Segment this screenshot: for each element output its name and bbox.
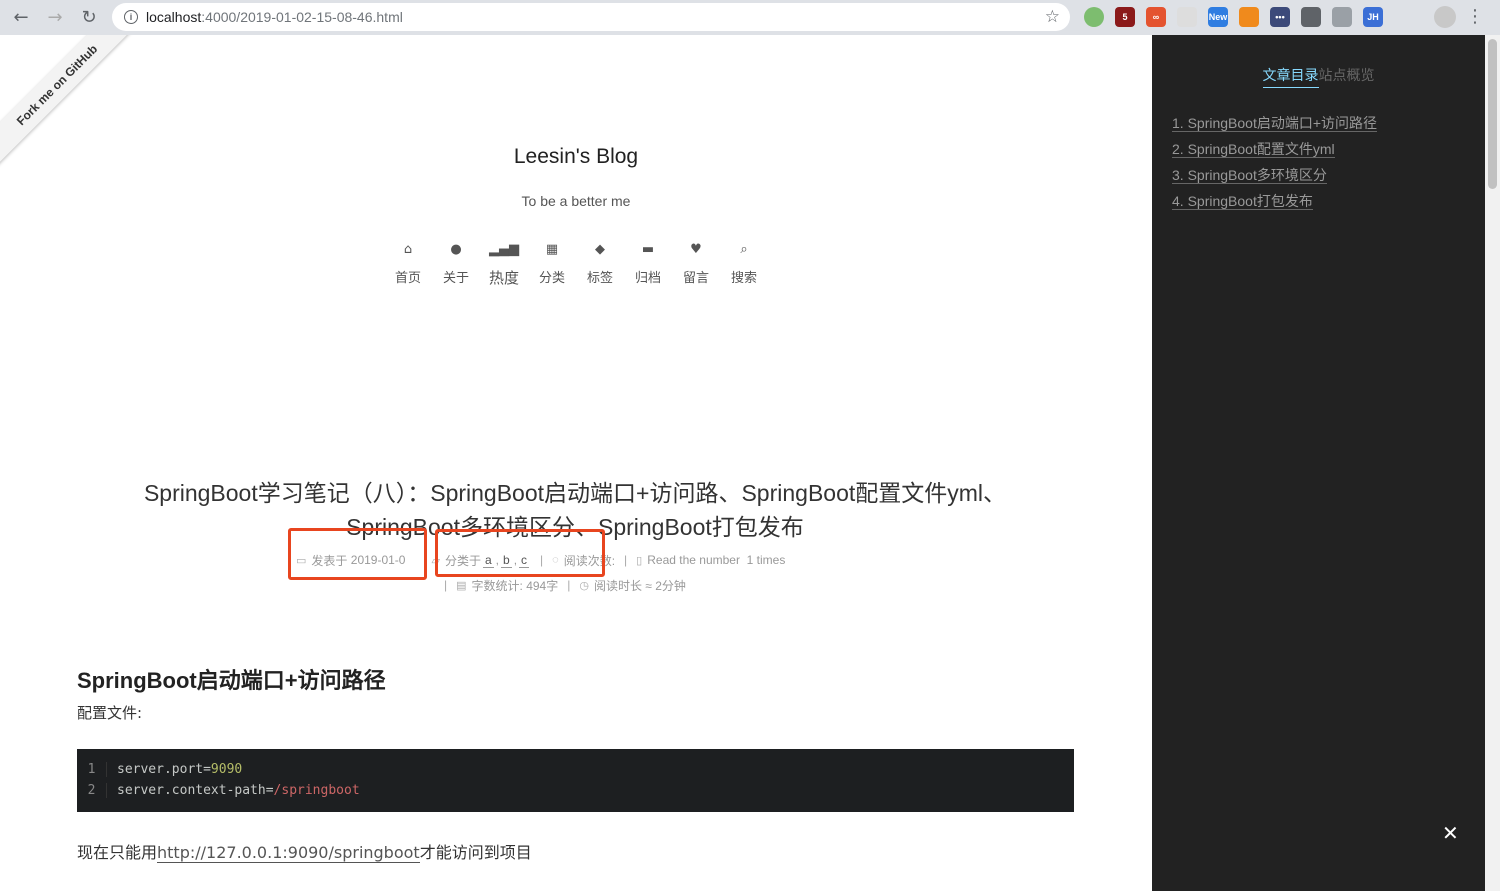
menu-label-home: 首页 <box>394 271 421 286</box>
menu-item-archives[interactable]: ▬ 归档 <box>624 239 672 288</box>
extensions-bar: 5 ∞ New ••• JH <box>1084 5 1383 29</box>
guestbook-icon: ♥ <box>690 241 702 257</box>
clock-icon: ◷ <box>579 579 589 592</box>
code-value: /springboot <box>273 783 360 798</box>
word-count-icon: ▤ <box>456 579 467 592</box>
meta-divider: | <box>444 578 448 592</box>
highlight-box-date <box>288 528 427 580</box>
hot-icon: ▂▄▆ <box>489 241 519 257</box>
tags-icon: ◆ <box>595 241 605 257</box>
tab-overview[interactable]: 站点概览 <box>1319 65 1375 88</box>
tab-toc[interactable]: 文章目录 <box>1262 65 1319 88</box>
highlight-box-category <box>435 529 605 577</box>
scrollbar-thumb[interactable] <box>1488 39 1497 189</box>
menu-label-search: 搜索 <box>730 271 757 286</box>
categories-icon: ▦ <box>545 241 559 257</box>
code-line: 1 server.port= 9090 <box>77 759 1074 780</box>
toc-item[interactable]: 2. SpringBoot配置文件yml <box>1172 139 1377 165</box>
menu-item-about[interactable]: ● 关于 <box>432 239 480 288</box>
menu-label-guestbook: 留言 <box>682 271 709 286</box>
bookmark-extension-icon[interactable] <box>1177 7 1197 27</box>
toc-item[interactable]: 3. SpringBoot多环境区分 <box>1172 165 1377 191</box>
paragraph: 现在只能用http://127.0.0.1:9090/springboot才能访… <box>77 839 532 863</box>
paragraph-suffix: 才能访问到项目 <box>419 843 532 862</box>
menu-label-tags: 标签 <box>586 271 613 286</box>
search-icon: ⌕ <box>740 241 748 257</box>
scrollbar[interactable] <box>1485 35 1500 891</box>
menu-label-categories: 分类 <box>538 271 565 286</box>
archives-icon: ▬ <box>641 241 655 257</box>
word-count: 字数统计: 494字 <box>471 578 559 593</box>
dots-extension-icon[interactable]: ••• <box>1270 7 1290 27</box>
table-of-contents: 1. SpringBoot启动端口+访问路径 2. SpringBoot配置文件… <box>1172 113 1378 217</box>
menu-label-about: 关于 <box>442 271 469 286</box>
section-heading: SpringBoot启动端口+访问路径 <box>77 668 386 693</box>
reload-icon[interactable]: ↻ <box>72 2 106 32</box>
menu-item-guestbook[interactable]: ♥ 留言 <box>672 239 720 288</box>
read-number-value: 1 <box>746 553 754 567</box>
arrow-extension-icon[interactable] <box>1239 7 1259 27</box>
url-host: localhost <box>146 9 202 25</box>
toc-item[interactable]: 1. SpringBoot启动端口+访问路径 <box>1172 113 1378 139</box>
code-line: 2 server.context-path=/springboot <box>77 780 1074 801</box>
menu-item-hot[interactable]: ▂▄▆ 热度 <box>480 239 528 288</box>
line-number: 1 <box>77 762 107 777</box>
sidebar-tabs: 文章目录 站点概览 <box>1152 65 1485 88</box>
code-key: server.port= <box>117 762 211 777</box>
read-number-label: Read the number <box>647 553 740 567</box>
meta-divider: | <box>567 578 571 592</box>
read-number-unit: times <box>756 553 786 567</box>
code-value: 9090 <box>210 762 243 777</box>
file-icon: ▯ <box>636 554 643 567</box>
sidebar: 文章目录 站点概览 1. SpringBoot启动端口+访问路径 2. Spri… <box>1152 35 1485 891</box>
paragraph-prefix: 现在只能用 <box>77 843 158 862</box>
bookmark-star-icon[interactable]: ☆ <box>1045 7 1060 27</box>
profile-avatar[interactable] <box>1434 6 1456 28</box>
main-menu: ⌂ 首页 ● 关于 ▂▄▆ 热度 ▦ 分类 ◆ 标签 ▬ 归档 ♥ 留言 ⌕ 搜索 <box>384 239 768 288</box>
about-icon: ● <box>450 241 462 257</box>
site-info-icon[interactable]: i <box>124 10 138 24</box>
glasses-extension-icon[interactable] <box>1301 7 1321 27</box>
menu-item-tags[interactable]: ◆ 标签 <box>576 239 624 288</box>
ublock-extension-icon[interactable]: 5 <box>1115 7 1135 27</box>
menu-item-home[interactable]: ⌂ 首页 <box>384 239 432 288</box>
forward-arrow-icon[interactable]: → <box>38 2 72 32</box>
toc-item[interactable]: 4. SpringBoot打包发布 <box>1172 191 1377 217</box>
project-url-link[interactable]: http://127.0.0.1:9090/springboot <box>157 843 420 863</box>
link-extension-icon[interactable] <box>1332 7 1352 27</box>
site-subtitle: To be a better me <box>521 193 631 209</box>
post-meta-secondary: | ▤ 字数统计: 494字 | ◷ 阅读时长 ≈ 2分钟 <box>444 576 686 594</box>
menu-label-hot: 热度 <box>488 269 519 287</box>
line-number: 2 <box>77 783 107 798</box>
blog-page: Fork me on GitHub Leesin's Blog To be a … <box>0 35 1152 891</box>
menu-item-search[interactable]: ⌕ 搜索 <box>720 239 768 288</box>
new-extension-icon[interactable]: New <box>1208 7 1228 27</box>
back-arrow-icon[interactable]: ← <box>4 2 38 32</box>
meta-divider: | <box>624 553 628 567</box>
code-block: 1 server.port= 9090 2 server.context-path… <box>77 749 1074 812</box>
code-key: server.context-path= <box>117 783 274 798</box>
paragraph: 配置文件: <box>77 704 143 722</box>
green-dot-extension-icon[interactable] <box>1084 7 1104 27</box>
menu-label-archives: 归档 <box>634 271 661 286</box>
site-title[interactable]: Leesin's Blog <box>0 145 1152 169</box>
url-path: :4000/2019-01-02-15-08-46.html <box>201 9 403 25</box>
menu-item-categories[interactable]: ▦ 分类 <box>528 239 576 288</box>
read-time: 阅读时长 ≈ 2分钟 <box>593 578 686 593</box>
browser-menu-icon[interactable]: ⋮ <box>1466 6 1484 27</box>
close-sidebar-icon[interactable]: ✕ <box>1442 821 1459 845</box>
browser-toolbar: ← → ↻ i localhost:4000/2019-01-02-15-08-… <box>0 0 1500 35</box>
home-icon: ⌂ <box>403 241 413 257</box>
jh-extension-icon[interactable]: JH <box>1363 7 1383 27</box>
infinity-extension-icon[interactable]: ∞ <box>1146 7 1166 27</box>
address-bar[interactable]: i localhost:4000/2019-01-02-15-08-46.htm… <box>112 3 1070 31</box>
